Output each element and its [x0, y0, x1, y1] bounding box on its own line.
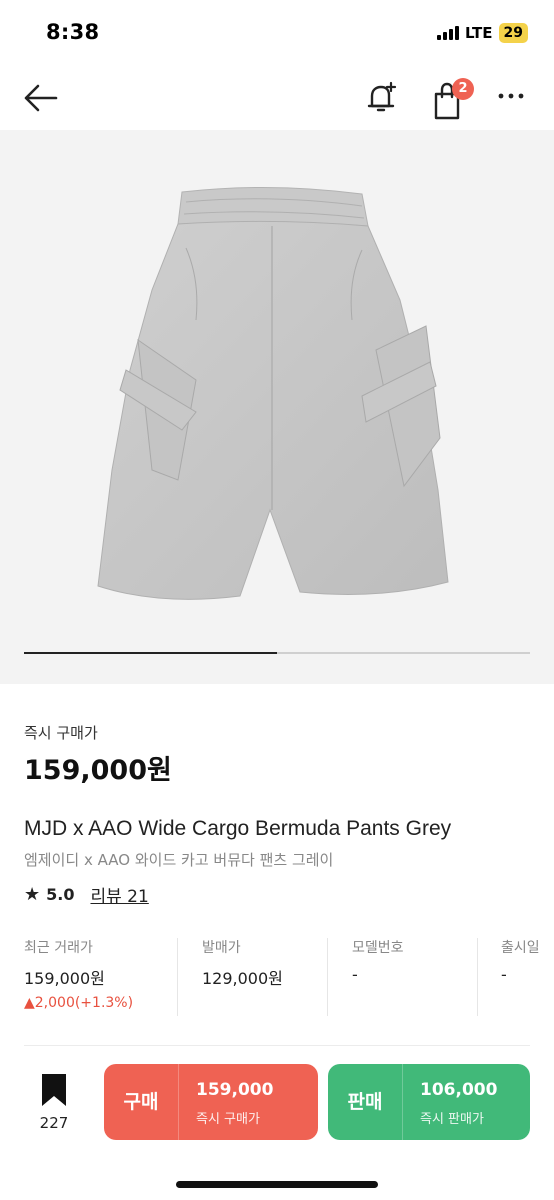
info-divider	[477, 938, 478, 1016]
bookmark-count: 227	[39, 1114, 69, 1132]
sell-label: 판매	[347, 1091, 383, 1113]
signal-icon	[436, 26, 459, 40]
bookmark-button[interactable]: 227	[36, 1074, 72, 1134]
sell-button[interactable]: 판매 106,000 즉시 판매가	[328, 1064, 530, 1140]
release-date-value: -	[501, 965, 507, 984]
gallery-progress-fill	[24, 652, 277, 654]
recent-trade-value: 159,000원	[24, 969, 105, 988]
model-no-label: 모델번호	[352, 940, 404, 956]
status-indicators: LTE 29	[436, 23, 528, 43]
bell-plus-icon	[367, 81, 397, 112]
recent-trade-label: 최근 거래가	[24, 940, 93, 956]
info-divider	[177, 938, 178, 1016]
cart-count-badge: 2	[452, 78, 474, 100]
release-price-value: 129,000원	[202, 969, 283, 988]
buy-label: 구매	[123, 1091, 159, 1113]
rating-value: 5.0	[46, 885, 75, 904]
home-indicator	[176, 1181, 378, 1188]
info-divider	[327, 938, 328, 1016]
release-price-label: 발매가	[202, 940, 241, 956]
rating-row: ★ 5.0 리뷰 21	[24, 882, 149, 907]
bottom-action-bar: 227 구매 159,000 즉시 구매가 판매 106,000 즉시 판매가	[0, 1046, 554, 1200]
recent-trade-change: ▲2,000(+1.3%)	[24, 995, 134, 1011]
status-time: 8:38	[46, 20, 100, 44]
release-price-col: 발매가 129,000원	[202, 934, 322, 1018]
sell-sublabel: 즉시 판매가	[420, 1112, 484, 1127]
model-no-value: -	[352, 965, 358, 984]
release-date-col: 출시일 -	[501, 934, 554, 1018]
model-no-col: 모델번호 -	[352, 934, 472, 1018]
arrow-left-icon	[24, 84, 58, 112]
product-image	[97, 186, 449, 600]
buy-button-divider	[178, 1064, 179, 1140]
buy-price: 159,000	[196, 1080, 274, 1100]
gallery-progress	[24, 652, 530, 654]
app-header	[0, 68, 554, 130]
sell-price: 106,000	[420, 1080, 498, 1100]
product-gallery[interactable]	[0, 130, 554, 684]
buy-button[interactable]: 구매 159,000 즉시 구매가	[104, 1064, 318, 1140]
buy-sublabel: 즉시 구매가	[196, 1112, 260, 1127]
more-button[interactable]	[497, 86, 527, 106]
sell-button-divider	[402, 1064, 403, 1140]
recent-trade-col[interactable]: 최근 거래가 159,000원 ▲2,000(+1.3%)	[24, 934, 174, 1018]
bookmark-icon	[42, 1074, 66, 1106]
more-horizontal-icon	[498, 93, 524, 99]
product-name-en: MJD x AAO Wide Cargo Bermuda Pants Grey	[24, 817, 452, 840]
battery-indicator: 29	[498, 23, 528, 43]
product-name-ko: 엠제이디 x AAO 와이드 카고 버뮤다 팬츠 그레이	[24, 851, 334, 869]
product-info-row: 최근 거래가 159,000원 ▲2,000(+1.3%) 발매가 129,00…	[0, 934, 554, 1018]
back-button[interactable]	[22, 82, 60, 114]
star-icon: ★	[24, 884, 41, 905]
notification-button[interactable]	[364, 80, 400, 116]
release-date-label: 출시일	[501, 940, 540, 956]
review-link[interactable]: 리뷰 21	[90, 882, 148, 907]
network-label: LTE	[464, 24, 493, 42]
price-value: 159,000원	[24, 755, 172, 786]
status-bar: 8:38 LTE 29	[0, 0, 554, 68]
price-label: 즉시 구매가	[24, 724, 98, 742]
